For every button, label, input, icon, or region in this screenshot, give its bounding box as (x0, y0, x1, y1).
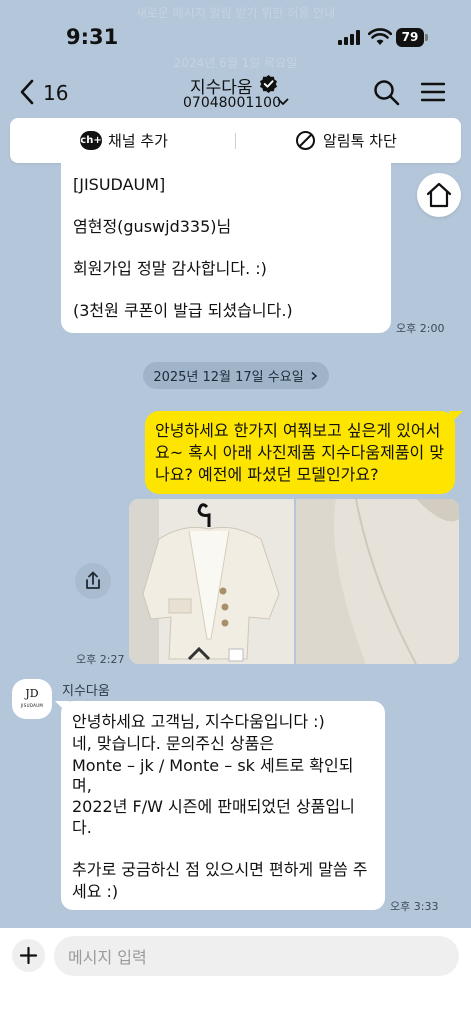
sender-name: 지수다움 (62, 684, 110, 699)
channel-avatar[interactable]: JD JISUDAUM (12, 679, 52, 719)
share-button[interactable] (75, 563, 111, 599)
message-text: 안녕하세요 한가지 여쭤보고 싶은게 있어서 (155, 421, 441, 440)
chevron-down-icon[interactable] (277, 97, 289, 107)
block-icon (296, 131, 315, 150)
message-text: 염현정(guswjd335)님 (73, 217, 232, 236)
battery-level: 79 (396, 28, 424, 47)
chevron-right-icon (311, 371, 317, 380)
divider (235, 133, 236, 149)
back-unread-count[interactable]: 16 (43, 81, 68, 105)
block-notification-label: 알림톡 차단 (323, 132, 397, 150)
avatar-logo: JD (25, 687, 39, 700)
plus-icon (19, 946, 38, 965)
message-text: 세요 :) (72, 882, 119, 901)
message-input-placeholder: 메시지 입력 (68, 948, 147, 967)
back-arrow-icon[interactable] (16, 78, 42, 106)
message-input[interactable]: 메시지 입력 (54, 936, 459, 976)
message-text: 다. (72, 818, 92, 837)
home-button[interactable] (417, 173, 461, 217)
fabric-photo-image (296, 499, 459, 664)
message-text: 네, 맞습니다. 문의주신 상품은 (72, 734, 275, 753)
jacket-photo-image (129, 499, 294, 664)
bubble-tail (55, 701, 69, 713)
message-timestamp: 오후 2:27 (76, 653, 125, 666)
share-icon (86, 571, 100, 589)
battery-icon: 79 (396, 28, 430, 47)
bubble-tail (449, 411, 463, 423)
avatar-brand: JISUDAUM (20, 703, 44, 708)
message-text: 안녕하세요 고객님, 지수다움입니다 :) (72, 712, 325, 731)
menu-icon[interactable] (421, 81, 445, 103)
verified-badge-icon (259, 74, 278, 93)
message-text: 며, (72, 776, 92, 795)
channel-plus-icon: ch+ (80, 131, 102, 150)
attach-button[interactable] (12, 939, 45, 972)
message-text: Monte – jk / Monte – sk 세트로 확인되 (72, 756, 354, 775)
status-time: 9:31 (66, 25, 119, 49)
wifi-icon (368, 28, 392, 45)
message-text: [JISUDAUM] (73, 175, 166, 194)
date-divider-label: 2025년 12월 17일 수요일 (153, 370, 304, 385)
ghost-notice: 새로운 메시지 알림 받기 위한 허용 안내 (135, 6, 336, 20)
message-text: (3천원 쿠폰이 발급 되셨습니다.) (73, 301, 293, 320)
photo-jacket-front[interactable] (129, 499, 294, 664)
home-icon (426, 182, 452, 208)
date-divider[interactable]: 2025년 12월 17일 수요일 (143, 362, 329, 389)
chat-phone-number[interactable]: 07048001100 (183, 95, 281, 111)
search-icon[interactable] (373, 79, 400, 106)
message-text: 추가로 궁금하신 점 있으시면 편하게 말씀 주 (72, 860, 368, 879)
photo-fabric-closeup[interactable] (296, 499, 459, 664)
add-channel-label: 채널 추가 (108, 132, 168, 150)
message-text: 회원가입 정말 감사합니다. :) (73, 259, 267, 278)
message-timestamp: 오후 2:00 (396, 322, 445, 335)
message-timestamp: 오후 3:33 (390, 900, 439, 913)
message-text: 2022년 F/W 시즌에 판매되었던 상품입니 (72, 797, 355, 816)
cellular-signal-icon (338, 30, 362, 45)
message-text: 요~ 혹시 아래 사진제품 지수다움제품이 맞 (155, 443, 445, 462)
message-text: 나요? 예전에 파셨던 모델인가요? (155, 465, 379, 484)
ghost-date: 2024년 6월 1일 목요일 (173, 56, 298, 70)
